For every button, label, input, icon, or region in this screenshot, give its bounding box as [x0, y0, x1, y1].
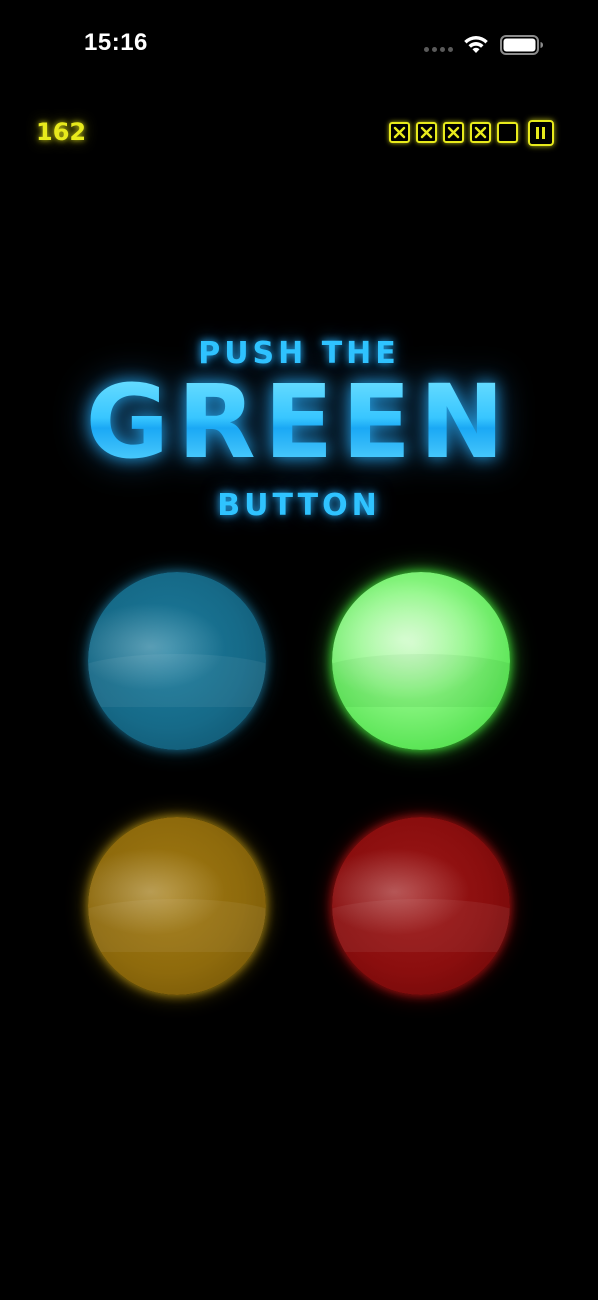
pause-button[interactable] [528, 120, 554, 146]
x-mark-icon [393, 126, 406, 139]
x-mark-icon [447, 126, 460, 139]
cellular-signal-icon [424, 47, 454, 53]
status-time: 15:16 [84, 29, 148, 56]
green-button[interactable] [332, 572, 510, 750]
x-mark-icon [420, 126, 433, 139]
blue-button[interactable] [88, 572, 266, 750]
battery-icon [500, 35, 543, 55]
score-counter: 162 [36, 118, 87, 146]
life-slot-crossed [389, 122, 410, 143]
life-slot-crossed [470, 122, 491, 143]
life-slot-crossed [416, 122, 437, 143]
yellow-button[interactable] [88, 817, 266, 995]
status-bar: 15:16 [0, 0, 598, 90]
life-slot-empty [497, 122, 518, 143]
wifi-icon [464, 36, 488, 53]
life-slot-crossed [443, 122, 464, 143]
instruction-suffix: BUTTON [217, 488, 381, 523]
x-mark-icon [474, 126, 487, 139]
lives-indicator [389, 122, 518, 144]
instruction-color-word: GREEN [0, 372, 598, 474]
red-button[interactable] [332, 817, 510, 995]
